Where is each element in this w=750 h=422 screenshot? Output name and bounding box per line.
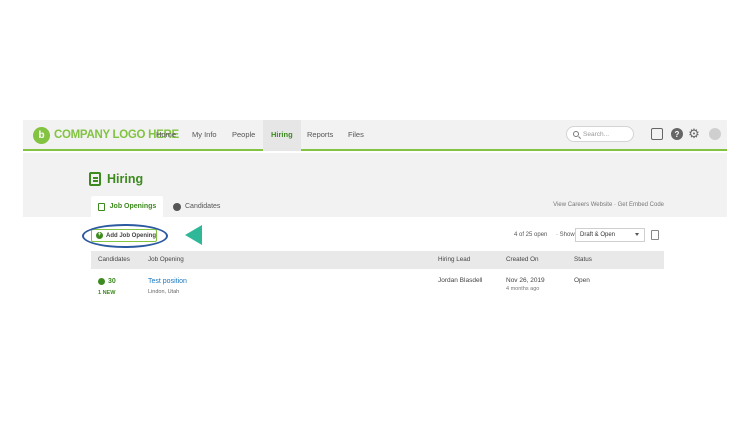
column-header-candidates[interactable]: Candidates	[98, 251, 130, 269]
tab-label: Job Openings	[109, 203, 157, 210]
search-placeholder: Search...	[583, 130, 610, 138]
column-header-job-opening[interactable]: Job Opening	[148, 251, 184, 269]
table-row[interactable]: 30 1 NEW Test position Lindon, Utah Jord…	[91, 269, 664, 303]
search-input[interactable]: Search...	[566, 126, 634, 142]
tab-label: Candidates	[185, 203, 221, 210]
candidate-count[interactable]: 30	[98, 278, 116, 285]
candidate-count-value: 30	[108, 278, 116, 285]
job-location: Lindon, Utah	[148, 289, 180, 295]
avatar[interactable]	[709, 128, 721, 140]
gear-icon[interactable]: ⚙	[688, 126, 700, 141]
document-icon	[97, 202, 105, 211]
nav-item-home[interactable]: Home	[156, 120, 176, 151]
tab-job-openings[interactable]: Job Openings	[91, 196, 163, 217]
status-filter-value: Draft & Open	[580, 232, 616, 238]
pointer-arrow-icon	[185, 225, 202, 245]
careers-links[interactable]: View Careers Website · Get Embed Code	[553, 202, 664, 208]
column-header-hiring-lead[interactable]: Hiring Lead	[438, 251, 470, 269]
inbox-icon[interactable]	[651, 128, 663, 140]
new-candidates-badge[interactable]: 1 NEW	[98, 290, 115, 296]
export-icon[interactable]	[651, 230, 659, 240]
page-title-group: Hiring	[89, 172, 143, 186]
top-navigation: b COMPANY LOGO HERE Home My Info People …	[23, 120, 727, 151]
column-header-created-on[interactable]: Created On	[506, 251, 539, 269]
status-filter-select[interactable]: Draft & Open	[575, 228, 645, 242]
chevron-down-icon	[635, 233, 639, 236]
person-icon	[98, 278, 105, 285]
created-ago: 4 months ago	[506, 286, 540, 292]
hiring-lead: Jordan Blasdell	[438, 277, 483, 284]
column-header-status[interactable]: Status	[574, 251, 592, 269]
nav-item-people[interactable]: People	[232, 120, 255, 151]
person-icon	[173, 202, 181, 211]
nav-item-reports[interactable]: Reports	[307, 120, 333, 151]
app-window: b COMPANY LOGO HERE Home My Info People …	[23, 120, 727, 304]
job-title-link[interactable]: Test position	[148, 278, 187, 285]
highlight-ring	[82, 224, 168, 248]
nav-item-hiring[interactable]: Hiring	[263, 120, 301, 151]
table-header: Candidates Job Opening Hiring Lead Creat…	[91, 251, 664, 269]
created-on-date: Nov 26, 2019	[506, 277, 545, 284]
logo-icon: b	[33, 126, 50, 144]
page-title: Hiring	[107, 172, 144, 186]
status-value: Open	[574, 277, 590, 284]
tab-candidates[interactable]: Candidates	[173, 196, 220, 217]
open-count: 4 of 25 open	[514, 232, 548, 238]
search-icon	[573, 131, 579, 137]
clipboard-icon	[89, 172, 101, 186]
nav-item-files[interactable]: Files	[348, 120, 364, 151]
help-icon[interactable]: ?	[671, 128, 683, 140]
nav-item-my-info[interactable]: My Info	[192, 120, 217, 151]
show-label: · Show	[556, 232, 575, 238]
